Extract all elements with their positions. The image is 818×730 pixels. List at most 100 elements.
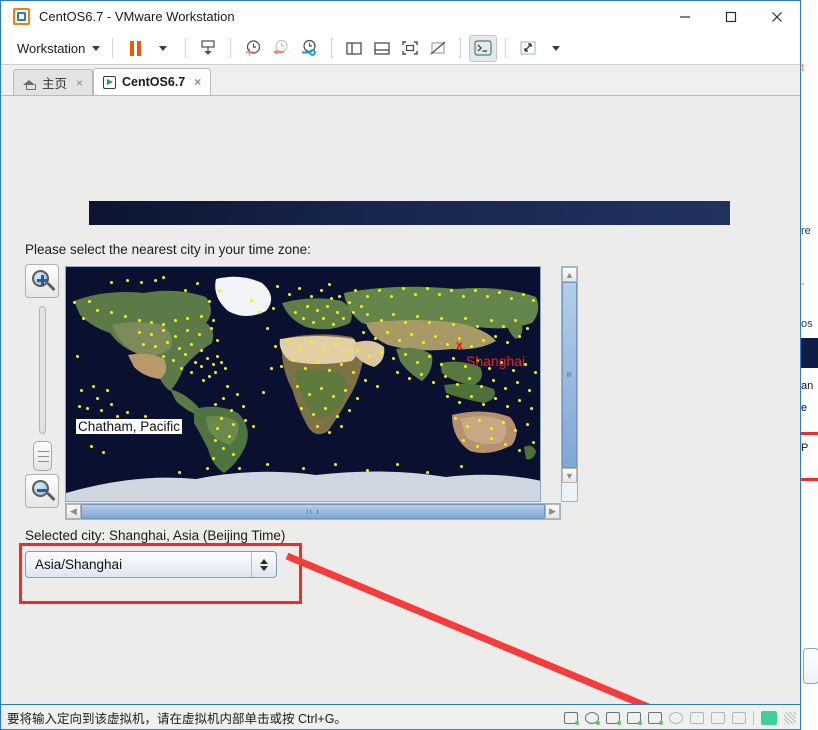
suspend-button[interactable]: [121, 35, 149, 62]
guest-screen[interactable]: Please select the nearest city in your t…: [1, 96, 800, 704]
toolbar-divider: [112, 38, 114, 58]
world-map[interactable]: x Shanghai Chatham, Pacific: [65, 266, 541, 502]
maximize-button[interactable]: [708, 1, 754, 32]
toolbar-divider: [185, 38, 187, 58]
bg-fragment: P: [801, 442, 809, 454]
unity-icon[interactable]: [761, 710, 777, 725]
unity-off-icon: [431, 41, 446, 55]
chevron-down-icon: [159, 45, 168, 51]
expand-arrows-icon: [520, 41, 536, 55]
device-status-icons: [564, 705, 796, 730]
hscroll-grip-icon: ıı ı: [306, 507, 320, 516]
scroll-right-arrow-icon[interactable]: ▶: [545, 504, 560, 519]
status-bar: 要将输入定向到该虚拟机，请在虚拟机内部单击或按 Ctrl+G。: [1, 704, 800, 729]
toolbar-divider: [230, 38, 232, 58]
zoom-out-button[interactable]: [25, 474, 59, 508]
toolbar-divider: [460, 38, 462, 58]
tab-centos67-close-icon[interactable]: ×: [194, 75, 201, 89]
map-zoom-slider-thumb[interactable]: [33, 441, 52, 471]
annotation-highlight-box: [19, 543, 302, 604]
console-view-button[interactable]: [469, 34, 498, 62]
window-title: CentOS6.7 - VMware Workstation: [39, 8, 235, 24]
map-hscroll-thumb[interactable]: ıı ı: [81, 504, 545, 519]
background-window[interactable]: t re - os an e P: [800, 0, 818, 730]
display2-icon[interactable]: [711, 711, 725, 724]
vmware-icon: [13, 7, 30, 25]
minimize-button[interactable]: [662, 1, 708, 32]
tab-home[interactable]: 主页 ×: [13, 69, 94, 95]
workstation-menu-button[interactable]: Workstation: [13, 38, 104, 59]
tab-home-label: 主页: [42, 77, 68, 91]
bg-fragment: an: [801, 380, 814, 392]
tab-centos67[interactable]: CentOS6.7 ×: [93, 68, 212, 95]
camera-icon[interactable]: [732, 711, 746, 724]
snapshot-icon: [201, 40, 216, 55]
installer-banner: [89, 201, 730, 225]
tab-centos67-label: CentOS6.7: [122, 75, 186, 89]
close-button[interactable]: [754, 1, 800, 32]
pause-icon: [129, 40, 141, 56]
selected-city-map-label: Shanghai: [466, 353, 526, 369]
tab-home-close-icon[interactable]: ×: [76, 76, 83, 90]
toolbar: Workstation: [1, 32, 800, 65]
map-horizontal-scrollbar[interactable]: ◀ ıı ı ▶: [65, 503, 561, 520]
cd-dvd-icon[interactable]: [585, 711, 600, 725]
scroll-up-arrow-icon[interactable]: ▲: [562, 267, 577, 282]
usb-icon[interactable]: [627, 711, 642, 725]
selected-city-text: Selected city: Shanghai, Asia (Beijing T…: [25, 528, 286, 543]
status-divider: [753, 710, 754, 725]
show-bottom-panel-button[interactable]: [368, 35, 396, 62]
hard-disk-icon[interactable]: [564, 711, 579, 725]
tab-bar: 主页 × CentOS6.7 ×: [1, 65, 800, 96]
manage-snapshots-button[interactable]: [295, 35, 323, 62]
bg-redline: [801, 432, 818, 435]
bg-redline: [801, 478, 818, 481]
sound-icon[interactable]: [648, 711, 663, 725]
home-icon: [23, 76, 36, 90]
stretch-view-button[interactable]: [514, 35, 542, 62]
status-message: 要将输入定向到该虚拟机，请在虚拟机内部单击或按 Ctrl+G。: [7, 711, 347, 726]
bg-fragment: e: [801, 402, 808, 414]
bg-button[interactable]: [803, 648, 818, 684]
unity-mode-button[interactable]: [424, 35, 452, 62]
bottom-panel-icon: [374, 42, 391, 55]
fullscreen-button[interactable]: [396, 35, 424, 62]
network-icon[interactable]: [606, 711, 621, 725]
take-snapshot-button[interactable]: [239, 35, 267, 62]
selected-city-marker: x: [456, 338, 463, 352]
revert-snapshot-button[interactable]: [267, 35, 295, 62]
fullscreen-icon: [402, 41, 419, 55]
zoom-in-button[interactable]: [25, 264, 59, 298]
map-vscroll-thumb[interactable]: ≡: [562, 282, 577, 468]
hovered-city-label: Chatham, Pacific: [76, 419, 183, 434]
title-bar: CentOS6.7 - VMware Workstation: [1, 1, 800, 32]
vmware-workstation-window: CentOS6.7 - VMware Workstation Workstati…: [0, 0, 801, 730]
window-controls: [662, 1, 800, 32]
vscroll-grip-icon: ≡: [564, 371, 575, 379]
vm-running-icon: [103, 75, 117, 89]
timezone-map-widget: x Shanghai Chatham, Pacific ▲ ≡ ▼ ◀ ıı ı…: [25, 264, 578, 524]
chevron-down-icon: [92, 45, 101, 51]
terminal-icon: [474, 40, 493, 56]
scroll-down-arrow-icon[interactable]: ▼: [562, 468, 577, 483]
bg-banner: [801, 338, 818, 368]
map-zoom-controls: [25, 264, 61, 508]
snapshot-button[interactable]: [194, 35, 222, 62]
power-options-dropdown[interactable]: [149, 35, 177, 62]
display-icon[interactable]: [690, 711, 704, 724]
resize-grip-icon[interactable]: [784, 711, 796, 724]
scroll-left-arrow-icon[interactable]: ◀: [66, 504, 81, 519]
workstation-menu-label: Workstation: [17, 40, 86, 56]
map-vertical-scrollbar[interactable]: ▲ ≡ ▼: [561, 266, 578, 502]
view-options-dropdown[interactable]: [542, 35, 570, 62]
bg-fragment: os: [801, 318, 813, 330]
clock-back-icon: [273, 39, 289, 55]
clock-wrench-icon: [302, 39, 317, 56]
clock-plus-icon: [246, 40, 261, 56]
bg-fragment: t: [801, 62, 805, 74]
map-zoom-slider-track[interactable]: [39, 306, 46, 434]
annotation-arrow: [285, 552, 651, 704]
show-side-panel-button[interactable]: [340, 35, 368, 62]
printer-icon[interactable]: [669, 711, 683, 724]
bg-fragment: re: [801, 225, 811, 237]
